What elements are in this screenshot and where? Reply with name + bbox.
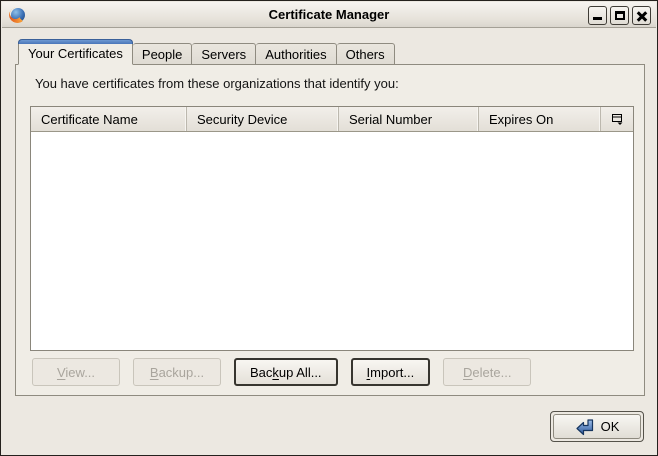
column-header-certificate-name[interactable]: Certificate Name <box>31 107 187 131</box>
certificate-list-body[interactable] <box>31 132 633 350</box>
view-button: View... <box>32 358 120 386</box>
certificate-list: Certificate Name Security Device Serial … <box>30 106 634 351</box>
column-picker-icon <box>611 113 624 126</box>
tab-strip: Your Certificates People Servers Authori… <box>18 39 395 65</box>
ok-button[interactable]: OK <box>550 411 644 442</box>
minimize-icon <box>593 17 602 20</box>
intro-text: You have certificates from these organiz… <box>35 76 399 91</box>
column-picker-button[interactable] <box>601 107 633 131</box>
minimize-button[interactable] <box>588 6 607 25</box>
column-header-security-device[interactable]: Security Device <box>187 107 339 131</box>
maximize-icon <box>615 11 625 20</box>
backup-button: Backup... <box>133 358 221 386</box>
tab-your-certificates[interactable]: Your Certificates <box>18 39 133 65</box>
window-controls <box>588 6 651 25</box>
your-certificates-panel: You have certificates from these organiz… <box>15 64 645 396</box>
list-header-row: Certificate Name Security Device Serial … <box>31 107 633 132</box>
action-button-row: View... Backup... Backup All... Import..… <box>32 358 531 386</box>
window-title: Certificate Manager <box>2 7 656 22</box>
tab-others[interactable]: Others <box>337 43 395 65</box>
titlebar[interactable]: Certificate Manager <box>2 2 656 28</box>
certificate-manager-window: Certificate Manager Your Certificates Pe… <box>0 0 658 456</box>
ok-button-label: OK <box>601 419 620 434</box>
tab-authorities[interactable]: Authorities <box>256 43 336 65</box>
column-header-expires-on[interactable]: Expires On <box>479 107 601 131</box>
tab-people[interactable]: People <box>133 43 192 65</box>
delete-button: Delete... <box>443 358 531 386</box>
column-header-serial-number[interactable]: Serial Number <box>339 107 479 131</box>
enter-arrow-icon <box>575 418 595 436</box>
import-button[interactable]: Import... <box>351 358 431 386</box>
close-button[interactable] <box>632 6 651 25</box>
maximize-button[interactable] <box>610 6 629 25</box>
tab-servers[interactable]: Servers <box>192 43 256 65</box>
backup-all-button[interactable]: Backup All... <box>234 358 338 386</box>
